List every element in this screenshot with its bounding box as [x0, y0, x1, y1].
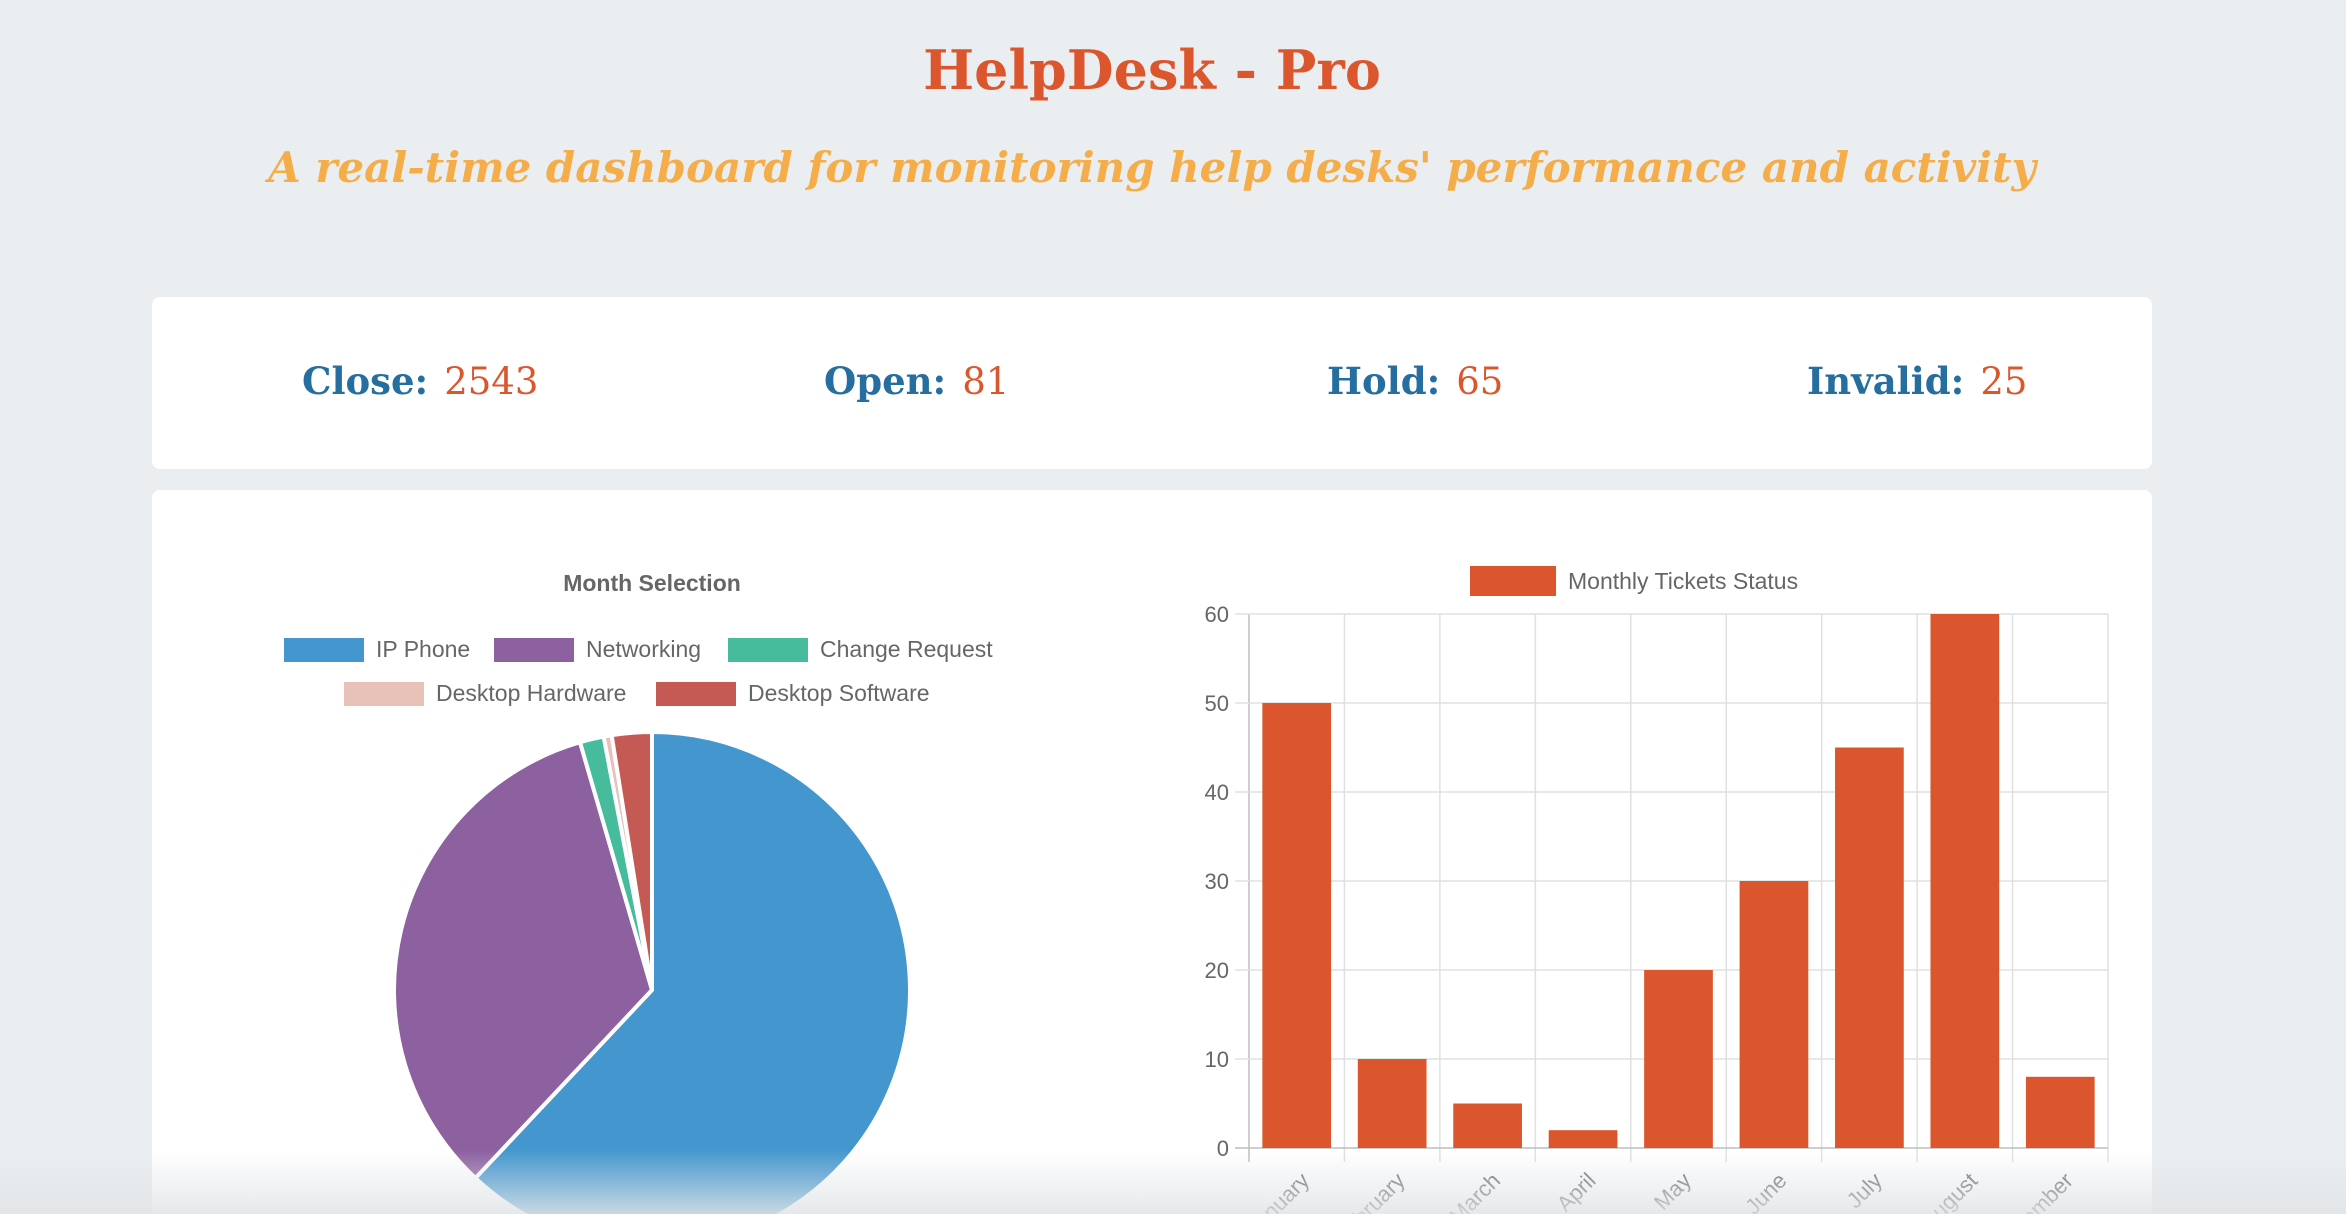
legend-swatch — [284, 637, 364, 662]
x-tick-label: April — [1552, 1168, 1601, 1214]
y-tick-label: 50 — [1205, 691, 1229, 716]
legend-item-ip-phone[interactable]: IP Phone — [284, 636, 470, 663]
bar-february[interactable] — [1357, 1059, 1427, 1148]
stat-label: Hold: — [1327, 359, 1441, 403]
bar-chart: 0 10 20 30 40 50 60 anuary bruary March April May Ju… — [1205, 602, 2109, 1214]
bar-september[interactable] — [2025, 1076, 2095, 1148]
pie-chart — [392, 729, 912, 1214]
stat-value: 81 — [962, 360, 1010, 403]
legend-swatch — [656, 681, 736, 706]
stat-value: 2543 — [444, 360, 539, 403]
x-tick-label: June — [1740, 1168, 1791, 1214]
x-tick-label: anuary — [1249, 1168, 1314, 1214]
legend-label: IP Phone — [376, 636, 471, 662]
legend-item-desktop-software[interactable]: Desktop Software — [656, 680, 930, 707]
x-tick-label: ember — [2016, 1168, 2078, 1214]
y-tick-label: 30 — [1205, 869, 1229, 894]
bar-april[interactable] — [1548, 1130, 1618, 1148]
y-tick-label: 40 — [1205, 780, 1229, 805]
x-tick-label: bruary — [1348, 1168, 1410, 1214]
stat-label: Invalid: — [1807, 359, 1965, 403]
legend-label: Networking — [586, 636, 702, 662]
legend-swatch — [344, 681, 424, 706]
bar-march[interactable] — [1453, 1103, 1522, 1149]
y-tick-label: 20 — [1205, 958, 1229, 983]
stat-label: Close: — [302, 359, 429, 403]
legend-swatch — [728, 637, 808, 662]
x-tick-label: March — [1444, 1168, 1505, 1214]
stat-value: 25 — [1980, 360, 2028, 403]
y-tick-label: 0 — [1217, 1136, 1229, 1161]
legend-label: Desktop Software — [748, 680, 930, 706]
bar-august[interactable] — [1930, 614, 2000, 1148]
y-tick-label: 10 — [1205, 1047, 1229, 1072]
legend-label: Change Request — [820, 636, 993, 662]
x-tick-label: May — [1649, 1168, 1696, 1214]
legend-item-desktop-hardware[interactable]: Desktop Hardware — [344, 680, 626, 707]
legend-swatch — [494, 637, 574, 662]
stat-label: Open: — [824, 359, 947, 403]
stat-close: Close: 2543 — [302, 359, 538, 403]
stat-invalid: Invalid: 25 — [1807, 359, 2027, 403]
stats-card: Close: 2543 Open: 81 Hold: 65 Invalid: 25 — [152, 297, 2152, 469]
bar-may[interactable] — [1644, 970, 1713, 1148]
app-subtitle: A real-time dashboard for monitoring hel… — [268, 143, 2036, 192]
pie-chart-title: Month Selection — [563, 570, 741, 596]
legend-item-change-request[interactable]: Change Request — [728, 636, 993, 663]
stat-open: Open: 81 — [824, 359, 1009, 403]
x-tick-label: August — [1916, 1168, 1982, 1214]
legend-label: Desktop Hardware — [436, 680, 627, 706]
x-tick-label: July — [1842, 1168, 1887, 1213]
bar-july[interactable] — [1835, 747, 1904, 1149]
bar-june[interactable] — [1739, 881, 1809, 1148]
bar-january[interactable] — [1262, 703, 1332, 1148]
app-title: HelpDesk - Pro — [923, 38, 1381, 102]
legend-item-networking[interactable]: Networking — [494, 636, 701, 663]
y-tick-label: 60 — [1205, 602, 1229, 627]
stat-value: 65 — [1456, 360, 1504, 403]
stat-hold: Hold: 65 — [1327, 359, 1503, 403]
